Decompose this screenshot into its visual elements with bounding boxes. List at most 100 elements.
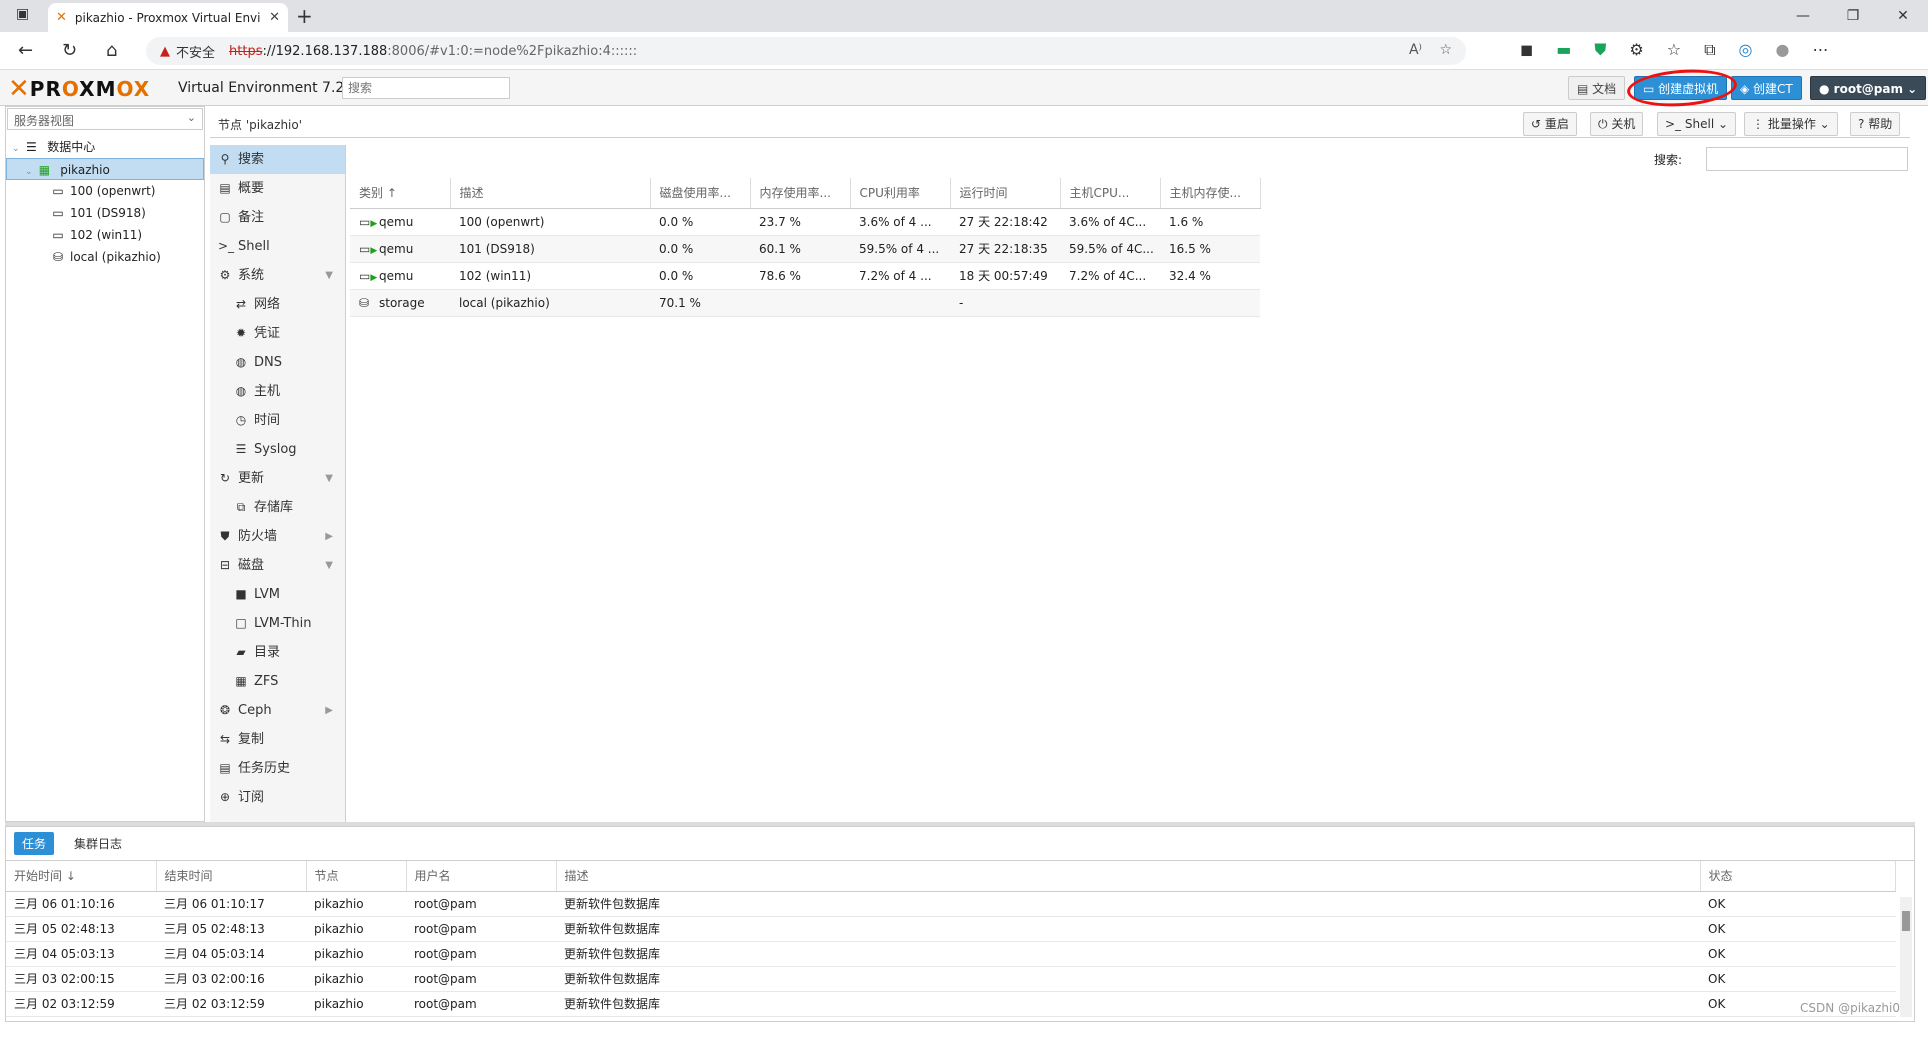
tree-storage-local[interactable]: ⛁ local (pikazhio) — [6, 246, 204, 268]
task-scrollbar[interactable] — [1900, 897, 1912, 1017]
menu-item-zfs[interactable]: ▦ ZFS — [210, 667, 345, 696]
collapse-icon[interactable]: ⌄ — [25, 167, 33, 177]
shutdown-button[interactable]: ⏻ 关机 — [1590, 112, 1644, 136]
tab-tasks[interactable]: 任务 — [14, 832, 55, 855]
col-memory-usage[interactable]: 内存使用率... — [750, 178, 851, 209]
search-input[interactable] — [1706, 147, 1908, 171]
col-description[interactable]: 描述 — [556, 861, 1701, 892]
menu-item-certificates[interactable]: ✹ 凭证 — [210, 319, 345, 348]
read-aloud-icon[interactable]: A⁾ — [1409, 42, 1422, 58]
shield-extension-icon[interactable]: ⛊ — [1594, 40, 1606, 60]
table-row[interactable]: 三月 02 03:12:59 三月 02 03:12:59 pikazhio root… — [6, 991, 1896, 1017]
table-row[interactable]: 三月 03 02:00:15 三月 03 02:00:16 pikazhio root… — [6, 966, 1896, 992]
tree-datacenter[interactable]: ⌄ ☰ 数据中心 — [6, 136, 204, 158]
minimize-icon[interactable]: — — [1778, 0, 1828, 32]
tree-vm-100[interactable]: ▭ 100 (openwrt) — [6, 180, 204, 202]
menu-item-firewall[interactable]: ⛊ 防火墙 ▶ — [210, 522, 345, 551]
col-start-time[interactable]: 开始时间 ↓ — [6, 861, 157, 892]
create-vm-button[interactable]: ▭ 创建虚拟机 — [1634, 76, 1728, 100]
header-search-input[interactable] — [342, 77, 510, 99]
col-type[interactable]: 类别 ↑ — [350, 178, 451, 209]
menu-item-dns[interactable]: ◍ DNS — [210, 348, 345, 377]
favorites-icon[interactable]: ☆ — [1667, 40, 1681, 60]
menu-item-repositories[interactable]: ⧉ 存储库 — [210, 493, 345, 522]
table-row[interactable]: 三月 06 01:10:16 三月 06 01:10:17 pikazhio root… — [6, 891, 1896, 917]
url-input[interactable]: ▲ 不安全 https://192.168.137.188:8006/#v1:0… — [146, 37, 1466, 65]
home-icon[interactable]: ⌂ — [106, 40, 117, 61]
new-tab-icon[interactable]: + — [296, 4, 313, 28]
col-host-memory[interactable]: 主机内存使... — [1160, 178, 1261, 209]
menu-item-updates[interactable]: ↻ 更新 ▼ — [210, 464, 345, 493]
view-selector[interactable]: 服务器视图 ⌄ — [7, 108, 203, 130]
menu-item-time[interactable]: ◷ 时间 — [210, 406, 345, 435]
close-window-icon[interactable]: ✕ — [1878, 0, 1928, 32]
col-description[interactable]: 描述 — [450, 178, 651, 209]
col-cpu-usage[interactable]: CPU利用率 — [850, 178, 951, 209]
list-alt-icon: ▤ — [219, 761, 231, 775]
extension-icon[interactable]: ▬ — [1556, 40, 1571, 60]
scrollbar-thumb[interactable] — [1902, 911, 1910, 931]
col-user[interactable]: 用户名 — [406, 861, 557, 892]
menu-item-task-history[interactable]: ▤ 任务历史 — [210, 754, 345, 783]
close-tab-icon[interactable]: ✕ — [269, 10, 280, 25]
profile-avatar-icon[interactable]: ● — [1776, 40, 1790, 60]
collapse-icon[interactable]: ▼ — [325, 464, 333, 493]
create-ct-button[interactable]: ◈ 创建CT — [1731, 76, 1802, 100]
tab-actions-icon[interactable]: ▣ — [16, 6, 29, 22]
edge-icon[interactable]: ◎ — [1739, 40, 1753, 60]
table-row[interactable]: ▭▶ qemu 100 (openwrt) 0.0 % 23.7 % 3.6% o… — [350, 208, 1260, 236]
col-disk-usage[interactable]: 磁盘使用率... — [650, 178, 751, 209]
bulk-actions-button[interactable]: ⋮ 批量操作 ⌄ — [1744, 112, 1838, 136]
menu-item-shell[interactable]: >_ Shell — [210, 232, 345, 261]
back-icon[interactable]: ← — [18, 40, 33, 61]
maximize-icon[interactable]: ❐ — [1828, 0, 1878, 32]
tree-node-pikazhio[interactable]: ⌄ ▦ pikazhio — [6, 158, 204, 180]
tree-vm-101[interactable]: ▭ 101 (DS918) — [6, 202, 204, 224]
extensions-icon[interactable]: ⚙ — [1629, 40, 1643, 60]
col-status[interactable]: 状态 — [1700, 861, 1896, 892]
expand-icon[interactable]: ▶ — [325, 522, 333, 551]
reload-icon[interactable]: ↻ — [62, 40, 77, 61]
tree-vm-102[interactable]: ▭ 102 (win11) — [6, 224, 204, 246]
collapse-icon[interactable]: ⌄ — [12, 144, 20, 154]
menu-item-replication[interactable]: ⇆ 复制 — [210, 725, 345, 754]
docs-button[interactable]: ▤ 文档 — [1568, 76, 1626, 100]
menu-item-hosts[interactable]: ◍ 主机 — [210, 377, 345, 406]
collapse-icon[interactable]: ▼ — [325, 261, 333, 290]
grid-header: 类别 ↑ 描述 磁盘使用率... 内存使用率... CPU利用率 运行时间 主机… — [350, 178, 1261, 209]
col-host-cpu[interactable]: 主机CPU... — [1060, 178, 1161, 209]
menu-item-search[interactable]: ⚲ 搜索 — [210, 145, 345, 174]
menu-item-subscription[interactable]: ⊕ 订阅 — [210, 783, 345, 812]
user-menu-button[interactable]: ● root@pam ⌄ — [1810, 76, 1927, 100]
shell-button[interactable]: >_ Shell ⌄ — [1657, 112, 1737, 136]
col-uptime[interactable]: 运行时间 — [950, 178, 1061, 209]
favorite-add-icon[interactable]: ☆ — [1439, 42, 1452, 58]
extension-icon[interactable]: ◼ — [1520, 40, 1533, 60]
menu-item-lvm[interactable]: ■ LVM — [210, 580, 345, 609]
menu-item-summary[interactable]: ▤ 概要 — [210, 174, 345, 203]
menu-item-directory[interactable]: ▰ 目录 — [210, 638, 345, 667]
menu-item-ceph[interactable]: ❂ Ceph ▶ — [210, 696, 345, 725]
menu-item-lvm-thin[interactable]: □ LVM-Thin — [210, 609, 345, 638]
col-node[interactable]: 节点 — [306, 861, 407, 892]
collapse-icon[interactable]: ▼ — [325, 551, 333, 580]
menu-item-syslog[interactable]: ☰ Syslog — [210, 435, 345, 464]
menu-item-notes[interactable]: ▢ 备注 — [210, 203, 345, 232]
menu-item-network[interactable]: ⇄ 网络 — [210, 290, 345, 319]
more-icon[interactable]: ⋯ — [1812, 40, 1828, 60]
browser-tab-bar: ▣ ✕ pikazhio - Proxmox Virtual Environme… — [0, 0, 1928, 32]
menu-item-disks[interactable]: ⊟ 磁盘 ▼ — [210, 551, 345, 580]
table-row[interactable]: ⛁ storage local (pikazhio) 70.1 % - — [350, 289, 1260, 317]
browser-tab[interactable]: ✕ pikazhio - Proxmox Virtual Environment… — [48, 3, 288, 32]
table-row[interactable]: ▭▶ qemu 101 (DS918) 0.0 % 60.1 % 59.5% of… — [350, 235, 1260, 263]
menu-item-system[interactable]: ⚙ 系统 ▼ — [210, 261, 345, 290]
reboot-button[interactable]: ↺ 重启 — [1523, 112, 1577, 136]
col-end-time[interactable]: 结束时间 — [156, 861, 307, 892]
tab-cluster-log[interactable]: 集群日志 — [66, 832, 130, 855]
table-row[interactable]: 三月 04 05:03:13 三月 04 05:03:14 pikazhio root… — [6, 941, 1896, 967]
table-row[interactable]: 三月 05 02:48:13 三月 05 02:48:13 pikazhio root… — [6, 916, 1896, 942]
expand-icon[interactable]: ▶ — [325, 696, 333, 725]
table-row[interactable]: ▭▶ qemu 102 (win11) 0.0 % 78.6 % 7.2% of … — [350, 262, 1260, 290]
collections-icon[interactable]: ⧉ — [1704, 40, 1715, 60]
help-button[interactable]: ? 帮助 — [1850, 112, 1901, 136]
